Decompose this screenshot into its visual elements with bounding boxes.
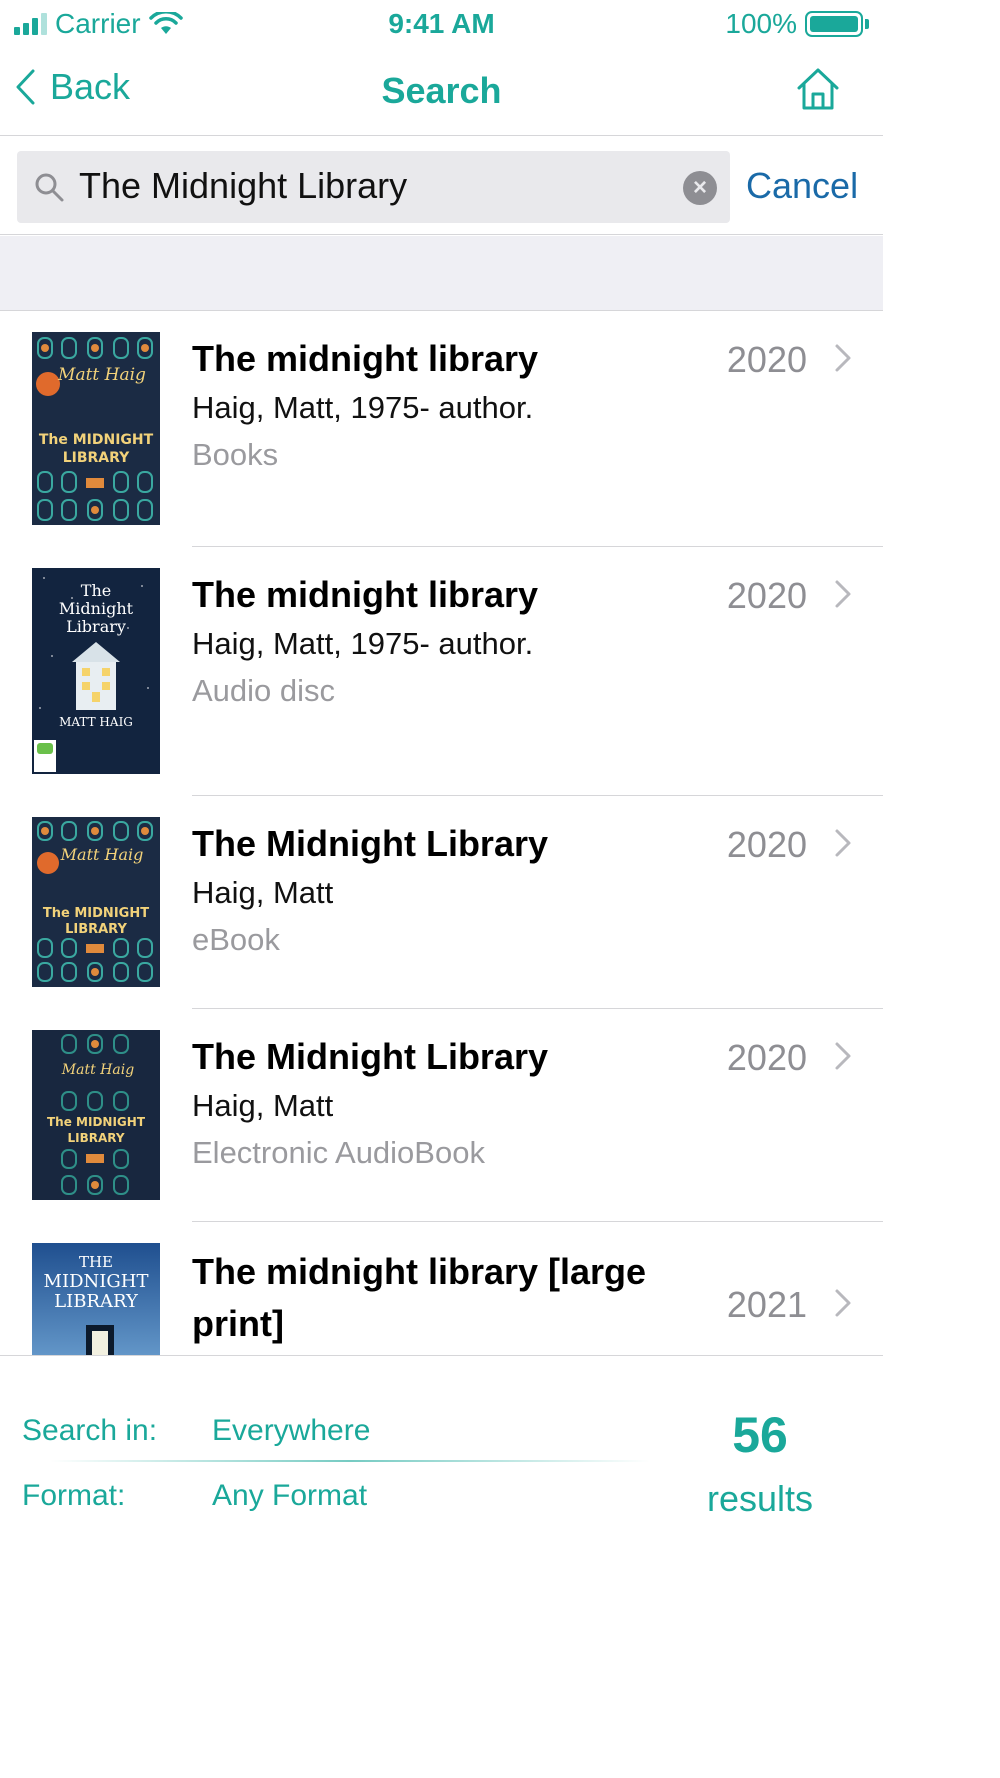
section-spacer [0,236,883,311]
book-cover-image: Matt Haig The MIDNIGHT LIBRARY [32,817,160,987]
result-title: The midnight library [large print] [192,1251,647,1344]
result-row[interactable]: THE MIDNIGHT LIBRARY The midnight librar… [0,1222,883,1355]
cover-title-line1: The MIDNIGHT [43,906,149,921]
cover-author-text: Matt Haig [57,365,146,385]
status-bar: Carrier 9:41 AM 100% [0,0,883,50]
book-cover-image: The Midnight Library MATT HAIG [32,568,160,774]
result-format: Electronic AudioBook [192,1135,485,1170]
chevron-right-icon [835,580,851,608]
result-format: Books [192,437,279,472]
cancel-button[interactable]: Cancel [746,165,858,207]
result-info: The midnight library Haig, Matt, 1975- a… [192,333,692,479]
clear-search-icon[interactable]: × [683,171,717,205]
chevron-right-icon [835,1289,851,1317]
results-count-label: results [706,1478,814,1519]
result-title: The midnight library [192,574,539,615]
navigation-bar: Back Search [0,50,883,136]
cover-author-text: MATT HAIG [59,715,133,729]
chevron-right-icon [835,829,851,857]
result-format: Audio disc [192,673,336,708]
divider [50,1460,650,1462]
battery-group: 100% [725,8,869,40]
search-in-selector[interactable]: Everywhere [212,1414,370,1448]
chevron-right-icon [835,344,851,372]
result-year: 2020 [726,824,807,865]
result-author: Haig, Matt, 1975- author. [192,626,534,661]
home-icon[interactable] [795,66,841,112]
format-selector[interactable]: Any Format [212,1479,367,1513]
cover-title-line2: Midnight [59,599,134,618]
result-info: The midnight library Haig, Matt, 1975- a… [192,569,692,715]
result-info: The Midnight Library Haig, Matt eBook [192,818,692,964]
battery-icon [805,11,863,37]
result-author: Haig, Matt, 1975- author. [192,390,534,425]
cover-title-line1: The MIDNIGHT [47,1115,146,1129]
result-title: The Midnight Library [192,823,548,864]
result-year: 2021 [726,1284,807,1325]
result-row[interactable]: Matt Haig The MIDNIGHT LIBRARY The midni… [0,311,883,547]
result-row[interactable]: Matt Haig The MIDNIGHT LIBRARY The Midni… [0,796,883,1009]
search-field[interactable]: × [17,151,730,223]
result-info: The Midnight Library Haig, Matt Electron… [192,1031,692,1177]
search-icon [35,173,64,202]
search-filter-footer: Search in: Everywhere Format: Any Format… [0,1355,883,1778]
result-row[interactable]: Matt Haig The MIDNIGHT LIBRARY The Midni… [0,1009,883,1222]
cover-title-line1: The [81,581,111,600]
chevron-right-icon [835,1042,851,1070]
result-title: The midnight library [192,338,539,379]
book-cover-image: THE MIDNIGHT LIBRARY [32,1243,160,1355]
cover-title-line2: LIBRARY [65,922,127,937]
result-author: Haig, Matt [192,875,334,910]
cover-title-line3: LIBRARY [54,1291,139,1312]
cover-title-line3: Library [66,617,126,636]
cover-title-line2: LIBRARY [67,1131,124,1145]
result-row[interactable]: The Midnight Library MATT HAIG The midni… [0,547,883,796]
result-title: The Midnight Library [192,1036,548,1077]
result-year: 2020 [726,575,807,616]
cover-author-text: Matt Haig [61,1062,134,1078]
cover-title-line2: LIBRARY [63,450,130,466]
book-cover-image: Matt Haig The MIDNIGHT LIBRARY [32,1030,160,1200]
screen: Carrier 9:41 AM 100% Back Search The Mid… [0,0,883,1778]
result-year: 2020 [726,339,807,380]
cover-title-line1: The MIDNIGHT [39,432,154,448]
result-year: 2020 [726,1037,807,1078]
cover-author-text: Matt Haig [60,845,144,864]
search-bar: × Cancel [0,137,883,235]
battery-percent: 100% [725,8,797,39]
result-info: The midnight library [large print] [192,1246,692,1350]
results-count: 56 [732,1407,788,1463]
result-author: Haig, Matt [192,1088,334,1123]
book-cover-image: Matt Haig The MIDNIGHT LIBRARY [32,332,160,525]
search-in-label: Search in: [22,1414,158,1447]
cover-title-line1: THE [79,1253,113,1271]
results-list: Matt Haig The MIDNIGHT LIBRARY The midni… [0,311,883,1355]
page-title: Search [381,70,502,111]
cover-title-line2: MIDNIGHT [44,1271,149,1292]
format-label: Format: [22,1479,126,1512]
search-input[interactable] [79,165,679,207]
result-format: eBook [192,922,280,957]
